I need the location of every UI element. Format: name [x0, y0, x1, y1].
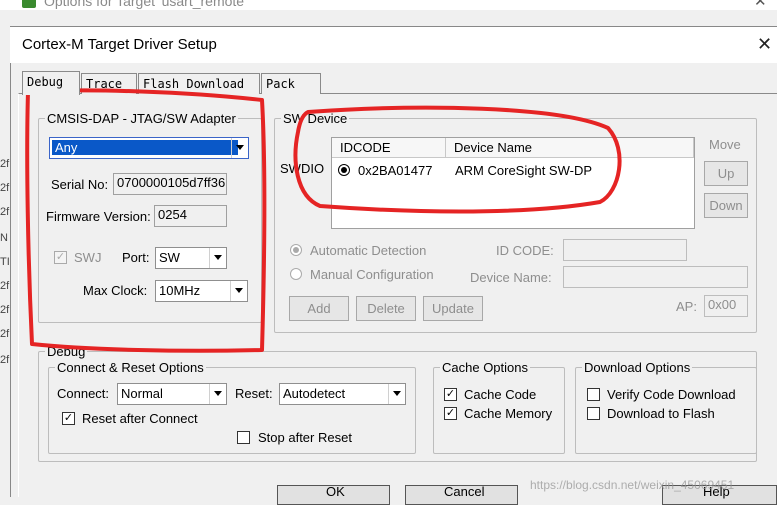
- tab-trace[interactable]: Trace: [81, 73, 137, 94]
- tab-debug[interactable]: Debug: [22, 71, 80, 95]
- parent-window-titlebar: Options for Target 'usart_remote' ✕: [0, 0, 777, 10]
- edge-text: 2f: [0, 158, 10, 170]
- serial-field[interactable]: 0700000105d7ff36: [113, 173, 227, 195]
- verify-download-label: Verify Code Download: [607, 387, 736, 402]
- manual-config-label: Manual Configuration: [310, 267, 434, 282]
- max-clock-select[interactable]: 10MHz: [155, 280, 248, 302]
- cache-memory-checkbox[interactable]: ✓: [444, 407, 457, 420]
- edge-text: 2f: [0, 182, 10, 194]
- auto-detection-label: Automatic Detection: [310, 243, 427, 258]
- row-selected-radio-icon: [338, 164, 350, 176]
- chevron-down-icon: [388, 384, 405, 404]
- sw-device-table[interactable]: IDCODE Device Name 0x2BA01477 ARM CoreSi…: [331, 137, 695, 229]
- stop-after-reset-checkbox[interactable]: [237, 431, 250, 444]
- max-clock-label: Max Clock:: [83, 283, 148, 298]
- max-clock-value: 10MHz: [159, 283, 201, 298]
- uvision-app-icon: [22, 0, 36, 8]
- table-row[interactable]: 0x2BA01477 ARM CoreSight SW-DP: [332, 160, 694, 180]
- reset-select[interactable]: Autodetect: [279, 383, 406, 405]
- port-select-value: SW: [159, 250, 180, 265]
- swdio-label: SWDIO: [280, 161, 325, 176]
- adapter-select[interactable]: Any: [49, 137, 249, 159]
- firmware-label: Firmware Version:: [46, 209, 151, 224]
- connect-select[interactable]: Normal: [117, 383, 227, 405]
- idcode-field[interactable]: [563, 239, 687, 261]
- add-button[interactable]: Add: [289, 296, 349, 321]
- tab-flash-download[interactable]: Flash Download: [138, 73, 260, 94]
- sw-device-legend: SW Device: [283, 111, 348, 126]
- move-label: Move: [709, 137, 741, 152]
- stop-after-reset-label: Stop after Reset: [258, 430, 352, 445]
- watermark: https://blog.csdn.net/weixin_45069451: [530, 478, 735, 492]
- cache-options-legend: Cache Options: [442, 360, 528, 375]
- ok-button[interactable]: OK: [277, 484, 390, 505]
- connect-label: Connect:: [57, 386, 110, 401]
- edge-text: 2f: [0, 354, 10, 366]
- parent-close-icon[interactable]: ✕: [754, 0, 767, 10]
- tab-pack[interactable]: Pack: [261, 73, 321, 94]
- swj-checkbox[interactable]: ✓: [54, 251, 67, 264]
- ap-field[interactable]: 0x00: [704, 295, 748, 317]
- chevron-down-icon: [230, 281, 247, 301]
- column-header-idcode[interactable]: IDCODE: [332, 138, 446, 158]
- edge-text: 2f: [0, 206, 10, 218]
- ap-label: AP:: [676, 299, 697, 314]
- reset-after-connect-label: Reset after Connect: [82, 411, 198, 426]
- edge-text: TI: [0, 256, 10, 268]
- column-header-device-name[interactable]: Device Name: [446, 138, 694, 158]
- parent-window-title: Options for Target 'usart_remote': [44, 0, 247, 9]
- move-up-button[interactable]: Up: [704, 161, 748, 186]
- move-down-button[interactable]: Down: [704, 193, 748, 218]
- download-flash-label: Download to Flash: [607, 406, 715, 421]
- chevron-down-icon: [209, 248, 226, 268]
- cancel-button[interactable]: Cancel: [405, 484, 518, 505]
- download-options-legend: Download Options: [584, 360, 691, 375]
- idcode-label: ID CODE:: [496, 243, 554, 258]
- row-device-name: ARM CoreSight SW-DP: [455, 163, 593, 178]
- cache-code-checkbox[interactable]: ✓: [444, 388, 457, 401]
- port-select[interactable]: SW: [155, 247, 227, 269]
- edge-text: 2f: [0, 304, 10, 316]
- adapter-select-value: Any: [52, 140, 238, 155]
- delete-button[interactable]: Delete: [356, 296, 416, 321]
- edge-text: 2f: [0, 328, 10, 340]
- edge-text: 2f: [0, 280, 10, 292]
- reset-select-value: Autodetect: [283, 386, 346, 401]
- debug-legend: Debug: [47, 344, 86, 359]
- dialog-title: Cortex-M Target Driver Setup: [22, 36, 217, 53]
- port-label: Port:: [122, 250, 150, 265]
- verify-download-checkbox[interactable]: [587, 388, 600, 401]
- cache-code-label: Cache Code: [464, 387, 537, 402]
- swj-label: SWJ: [74, 250, 102, 265]
- download-flash-checkbox[interactable]: [587, 407, 600, 420]
- reset-after-connect-checkbox[interactable]: ✓: [62, 412, 75, 425]
- chevron-down-icon: [231, 138, 248, 158]
- firmware-field[interactable]: 0254: [154, 205, 227, 227]
- device-name-label: Device Name:: [470, 270, 552, 285]
- adapter-legend: CMSIS-DAP - JTAG/SW Adapter: [47, 111, 236, 126]
- update-button[interactable]: Update: [423, 296, 483, 321]
- chevron-down-icon: [209, 384, 226, 404]
- row-idcode: 0x2BA01477: [358, 163, 433, 178]
- parent-window-body: [0, 10, 10, 496]
- serial-label: Serial No:: [51, 177, 109, 192]
- connect-reset-legend: Connect & Reset Options: [57, 360, 204, 375]
- reset-label: Reset:: [235, 386, 273, 401]
- auto-detection-radio[interactable]: [290, 244, 302, 256]
- close-icon[interactable]: ✕: [757, 34, 772, 55]
- edge-text: N: [0, 232, 8, 244]
- manual-config-radio[interactable]: [290, 268, 302, 280]
- connect-reset-group: Connect & Reset Options: [48, 360, 416, 454]
- connect-select-value: Normal: [121, 386, 163, 401]
- device-name-field[interactable]: [563, 266, 748, 288]
- cache-memory-label: Cache Memory: [464, 406, 553, 421]
